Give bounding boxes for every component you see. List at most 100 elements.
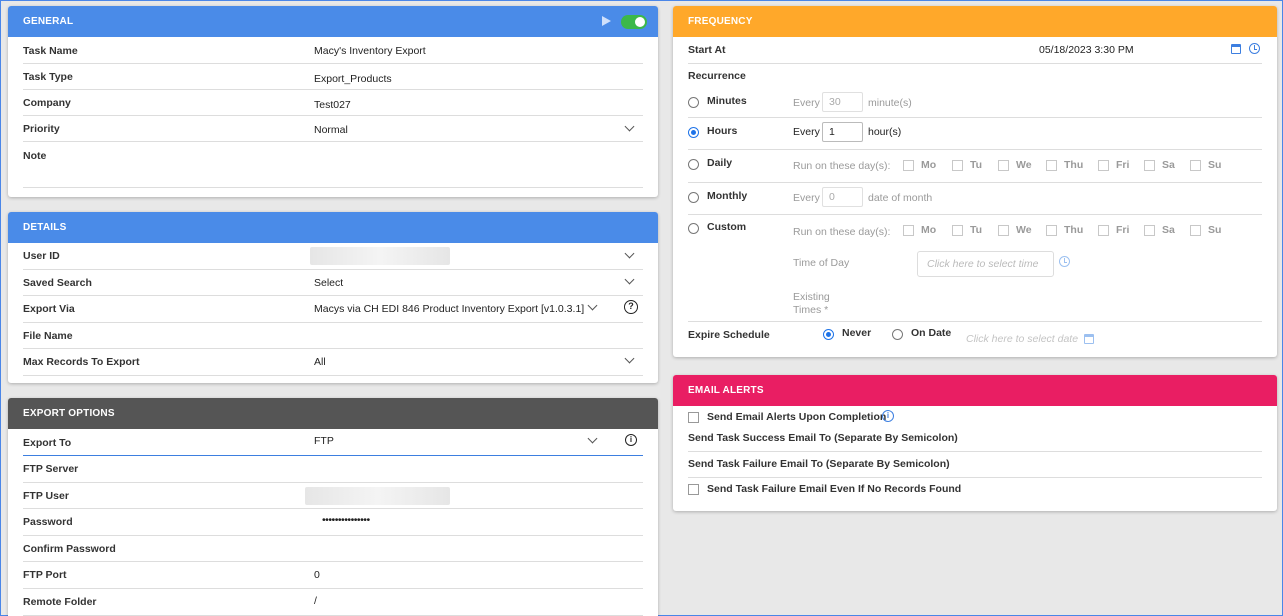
custom-we-checkbox[interactable] bbox=[998, 225, 1009, 236]
expire-schedule-row: Expire Schedule Never On Date Click here… bbox=[688, 322, 1262, 352]
minutes-input[interactable]: 30 bbox=[822, 92, 863, 112]
info-icon[interactable]: i bbox=[882, 410, 894, 422]
task-type-value[interactable]: Export_Products bbox=[314, 73, 392, 85]
export-via-value[interactable]: Macys via CH EDI 846 Product Inventory E… bbox=[314, 303, 584, 315]
minutes-label: Minutes bbox=[707, 95, 747, 107]
chevron-down-icon[interactable] bbox=[624, 121, 635, 132]
custom-fri-checkbox[interactable] bbox=[1098, 225, 1109, 236]
failure-no-records-checkbox[interactable] bbox=[688, 484, 699, 495]
hours-radio[interactable] bbox=[688, 127, 699, 138]
custom-thu-checkbox[interactable] bbox=[1046, 225, 1057, 236]
saved-search-row[interactable]: Saved Search Select bbox=[23, 270, 643, 296]
export-to-label: Export To bbox=[23, 437, 72, 449]
password-value[interactable]: ••••••••••••••• bbox=[322, 514, 370, 526]
recurrence-hours-row[interactable]: Hours Every 1 hour(s) bbox=[688, 118, 1262, 150]
start-at-row[interactable]: Start At 05/18/2023 3:30 PM bbox=[688, 37, 1262, 64]
send-upon-completion-checkbox[interactable] bbox=[688, 412, 699, 423]
remote-folder-value[interactable]: / bbox=[314, 595, 317, 607]
help-icon[interactable]: ? bbox=[624, 300, 638, 314]
custom-tu-checkbox[interactable] bbox=[952, 225, 963, 236]
general-header: GENERAL bbox=[8, 6, 658, 37]
chevron-down-icon[interactable] bbox=[624, 274, 635, 285]
daily-thu-checkbox[interactable] bbox=[1046, 160, 1057, 171]
task-name-label: Task Name bbox=[23, 45, 78, 57]
recurrence-minutes-row[interactable]: Minutes Every 30 minute(s) bbox=[688, 89, 1262, 118]
expire-date-input[interactable]: Click here to select date bbox=[966, 333, 1078, 345]
play-icon[interactable] bbox=[602, 16, 611, 26]
export-to-value[interactable]: FTP bbox=[314, 435, 334, 447]
enabled-toggle[interactable] bbox=[621, 15, 647, 29]
ftp-user-value[interactable] bbox=[305, 487, 450, 505]
daily-tu-checkbox[interactable] bbox=[952, 160, 963, 171]
details-header: DETAILS bbox=[8, 212, 658, 243]
clock-icon[interactable] bbox=[1249, 43, 1260, 54]
saved-search-value[interactable]: Select bbox=[314, 277, 343, 289]
daily-fri-checkbox[interactable] bbox=[1098, 160, 1109, 171]
general-panel: GENERAL Task Name Macy's Inventory Expor… bbox=[8, 6, 658, 197]
recurrence-monthly-row[interactable]: Monthly Every 0 date of month bbox=[688, 183, 1262, 215]
info-circle-icon[interactable]: i bbox=[625, 434, 637, 446]
failure-no-records-row[interactable]: Send Task Failure Email Even If No Recor… bbox=[688, 478, 1262, 502]
user-id-row[interactable]: User ID bbox=[23, 243, 643, 270]
export-to-row[interactable]: Export To FTP i bbox=[23, 429, 643, 456]
daily-mo-checkbox[interactable] bbox=[903, 160, 914, 171]
custom-sa-checkbox[interactable] bbox=[1144, 225, 1155, 236]
file-name-row[interactable]: File Name bbox=[23, 323, 643, 349]
expire-schedule-label: Expire Schedule bbox=[688, 329, 770, 341]
daily-sa-checkbox[interactable] bbox=[1144, 160, 1155, 171]
custom-radio[interactable] bbox=[688, 223, 699, 234]
max-records-value[interactable]: All bbox=[314, 356, 326, 368]
max-records-row[interactable]: Max Records To Export All bbox=[23, 349, 643, 376]
task-name-value[interactable]: Macy's Inventory Export bbox=[314, 45, 426, 57]
export-via-row[interactable]: Export Via Macys via CH EDI 846 Product … bbox=[23, 296, 643, 323]
password-row[interactable]: Password ••••••••••••••• bbox=[23, 509, 643, 536]
priority-label: Priority bbox=[23, 123, 60, 135]
daily-tu-label: Tu bbox=[970, 159, 983, 171]
hours-input[interactable]: 1 bbox=[822, 122, 863, 142]
chevron-down-icon[interactable] bbox=[624, 248, 635, 259]
company-value[interactable]: Test027 bbox=[314, 99, 351, 111]
on-date-label: On Date bbox=[911, 327, 952, 339]
ftp-server-row[interactable]: FTP Server bbox=[23, 456, 643, 483]
start-at-value[interactable]: 05/18/2023 3:30 PM bbox=[1039, 44, 1134, 56]
custom-we-label: We bbox=[1016, 224, 1032, 236]
ftp-port-row[interactable]: FTP Port 0 bbox=[23, 562, 643, 589]
email-alerts-title: EMAIL ALERTS bbox=[688, 385, 764, 396]
minutes-radio[interactable] bbox=[688, 97, 699, 108]
confirm-password-row[interactable]: Confirm Password bbox=[23, 536, 643, 562]
on-date-radio[interactable] bbox=[892, 329, 903, 340]
priority-row[interactable]: Priority Normal bbox=[23, 116, 643, 142]
daily-radio[interactable] bbox=[688, 159, 699, 170]
minutes-unit: minute(s) bbox=[868, 97, 912, 109]
user-id-value[interactable] bbox=[310, 247, 450, 265]
clock-icon[interactable] bbox=[1059, 256, 1070, 267]
daily-we-checkbox[interactable] bbox=[998, 160, 1009, 171]
calendar-icon[interactable] bbox=[1084, 334, 1094, 344]
ftp-port-value[interactable]: 0 bbox=[314, 569, 320, 581]
failure-email-row[interactable]: Send Task Failure Email To (Separate By … bbox=[688, 452, 1262, 478]
frequency-header: FREQUENCY bbox=[673, 6, 1277, 37]
chevron-down-icon[interactable] bbox=[587, 433, 598, 444]
daily-su-checkbox[interactable] bbox=[1190, 160, 1201, 171]
success-email-row[interactable]: Send Task Success Email To (Separate By … bbox=[688, 425, 1262, 452]
priority-value[interactable]: Normal bbox=[314, 124, 348, 136]
calendar-icon[interactable] bbox=[1231, 44, 1241, 54]
general-title: GENERAL bbox=[23, 16, 74, 27]
chevron-down-icon[interactable] bbox=[624, 353, 635, 364]
monthly-radio[interactable] bbox=[688, 192, 699, 203]
chevron-down-icon[interactable] bbox=[587, 300, 598, 311]
daily-su-label: Su bbox=[1208, 159, 1222, 171]
task-type-row: Task Type Export_Products bbox=[23, 64, 643, 90]
remote-folder-row[interactable]: Remote Folder / bbox=[23, 589, 643, 616]
custom-thu-label: Thu bbox=[1064, 224, 1084, 236]
recurrence-custom-row[interactable]: Custom Run on these day(s): Mo Tu We Thu… bbox=[688, 215, 1262, 322]
failure-email-label: Send Task Failure Email To (Separate By … bbox=[688, 458, 950, 470]
custom-su-checkbox[interactable] bbox=[1190, 225, 1201, 236]
monthly-input[interactable]: 0 bbox=[822, 187, 863, 207]
never-radio[interactable] bbox=[823, 329, 834, 340]
time-of-day-input[interactable]: Click here to select time bbox=[917, 251, 1054, 277]
custom-mo-checkbox[interactable] bbox=[903, 225, 914, 236]
ftp-user-row[interactable]: FTP User bbox=[23, 483, 643, 509]
recurrence-daily-row[interactable]: Daily Run on these day(s): Mo Tu We Thu … bbox=[688, 150, 1262, 183]
send-upon-completion-row[interactable]: Send Email Alerts Upon Completion i bbox=[688, 407, 1262, 425]
